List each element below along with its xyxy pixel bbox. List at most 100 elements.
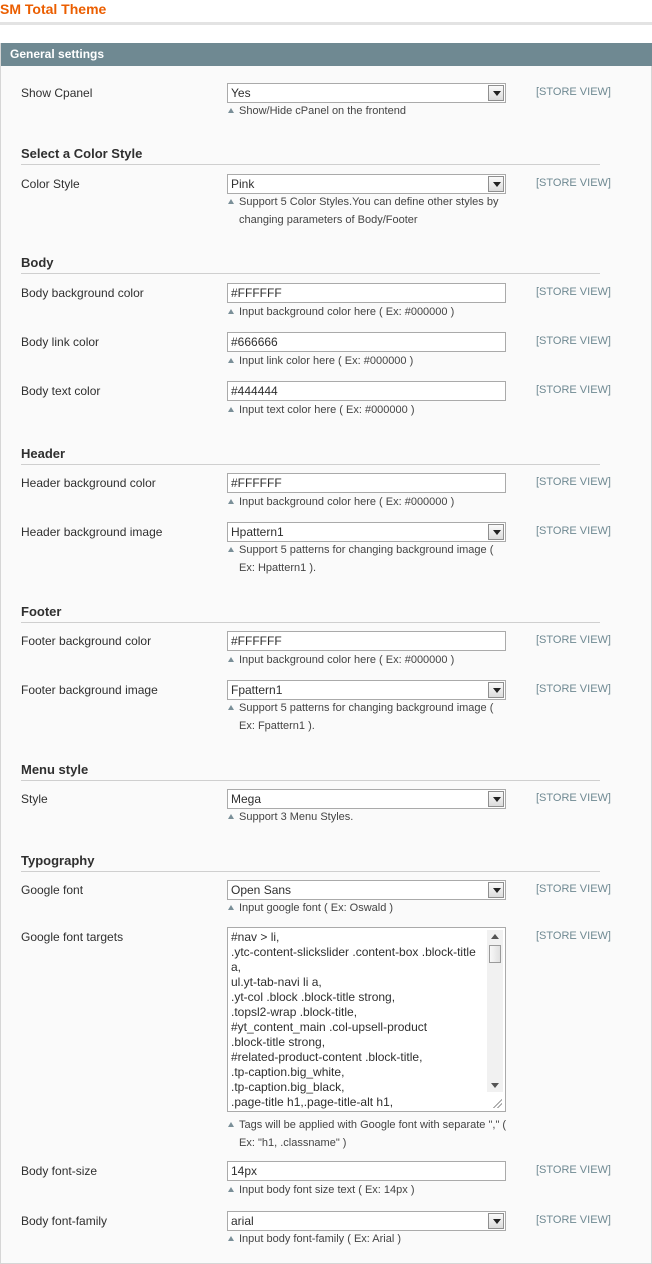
note-arrow-icon xyxy=(228,657,234,662)
note-arrow-icon xyxy=(228,705,234,710)
header-bg-image-value: Hpattern1 xyxy=(231,525,284,539)
body-link-color-label: Body link color xyxy=(21,335,100,349)
scrollbar-thumb[interactable] xyxy=(489,945,501,963)
store-view-scope: [STORE VIEW] xyxy=(536,1164,611,1176)
google-font-value: Open Sans xyxy=(231,883,292,897)
store-view-scope: [STORE VIEW] xyxy=(536,384,611,396)
general-settings-fieldset: General settings Show Cpanel Yes [STORE … xyxy=(0,43,652,1264)
header-bg-color-input[interactable] xyxy=(227,473,506,493)
store-view-scope: [STORE VIEW] xyxy=(536,286,611,298)
color-style-value: Pink xyxy=(231,177,255,191)
body-font-family-select[interactable]: arial xyxy=(227,1211,506,1231)
google-font-targets-textarea[interactable]: #nav > li, .ytc-content-slickslider .con… xyxy=(227,927,506,1112)
note-arrow-icon xyxy=(228,499,234,504)
store-view-scope: [STORE VIEW] xyxy=(536,177,611,189)
fieldset-header[interactable]: General settings xyxy=(1,43,652,66)
body-font-family-value: arial xyxy=(231,1214,254,1228)
page-title: SM Total Theme xyxy=(0,1,107,17)
menu-style-label: Style xyxy=(21,792,48,806)
menu-style-select[interactable]: Mega xyxy=(227,789,506,809)
google-font-select[interactable]: Open Sans xyxy=(227,880,506,900)
textarea-content: #nav > li, .ytc-content-slickslider .con… xyxy=(231,930,476,1109)
note-arrow-icon xyxy=(228,905,234,910)
footer-bg-color-label: Footer background color xyxy=(21,634,152,648)
section-heading-color-style: Select a Color Style xyxy=(21,146,600,165)
note-arrow-icon xyxy=(228,1122,234,1127)
body-font-size-note: Input body font size text ( Ex: 14px ) xyxy=(227,1181,512,1199)
header-bg-image-label: Header background image xyxy=(21,525,163,539)
note-arrow-icon xyxy=(228,199,234,204)
menu-style-value: Mega xyxy=(231,792,262,806)
body-text-color-input[interactable] xyxy=(227,381,506,401)
note-arrow-icon xyxy=(228,407,234,412)
body-bg-color-input[interactable] xyxy=(227,283,506,303)
footer-bg-color-input[interactable] xyxy=(227,631,506,651)
scroll-down-arrow-icon[interactable] xyxy=(487,1080,503,1092)
store-view-scope: [STORE VIEW] xyxy=(536,525,611,537)
body-text-color-note: Input text color here ( Ex: #000000 ) xyxy=(227,401,512,419)
note-arrow-icon xyxy=(228,1187,234,1192)
show-cpanel-select[interactable]: Yes xyxy=(227,83,506,103)
body-font-family-label: Body font-family xyxy=(21,1214,108,1228)
chevron-down-icon[interactable] xyxy=(488,176,504,192)
title-divider xyxy=(0,22,652,25)
store-view-scope: [STORE VIEW] xyxy=(536,86,611,98)
footer-bg-image-value: Fpattern1 xyxy=(231,683,283,697)
google-font-targets-note: Tags will be applied with Google font wi… xyxy=(227,1116,512,1152)
body-font-family-note: Input body font-family ( Ex: Arial ) xyxy=(227,1230,512,1248)
note-arrow-icon xyxy=(228,309,234,314)
chevron-down-icon[interactable] xyxy=(488,85,504,101)
chevron-down-icon[interactable] xyxy=(488,682,504,698)
store-view-scope: [STORE VIEW] xyxy=(536,634,611,646)
body-font-size-label: Body font-size xyxy=(21,1164,98,1178)
section-heading-footer: Footer xyxy=(21,604,600,623)
header-bg-color-label: Header background color xyxy=(21,476,156,490)
footer-bg-image-select[interactable]: Fpattern1 xyxy=(227,680,506,700)
color-style-select[interactable]: Pink xyxy=(227,174,506,194)
scroll-up-arrow-icon[interactable] xyxy=(487,930,503,942)
store-view-scope: [STORE VIEW] xyxy=(536,683,611,695)
store-view-scope: [STORE VIEW] xyxy=(536,930,611,942)
chevron-down-icon[interactable] xyxy=(488,791,504,807)
menu-style-note: Support 3 Menu Styles. xyxy=(227,808,512,826)
body-link-color-input[interactable] xyxy=(227,332,506,352)
body-bg-color-note: Input background color here ( Ex: #00000… xyxy=(227,303,512,321)
store-view-scope: [STORE VIEW] xyxy=(536,792,611,804)
note-arrow-icon xyxy=(228,108,234,113)
color-style-label: Color Style xyxy=(21,177,80,191)
body-bg-color-label: Body background color xyxy=(21,286,144,300)
section-heading-header: Header xyxy=(21,446,600,465)
header-bg-image-note: Support 5 patterns for changing backgrou… xyxy=(227,541,512,577)
google-font-note: Input google font ( Ex: Oswald ) xyxy=(227,899,512,917)
footer-bg-image-note: Support 5 patterns for changing backgrou… xyxy=(227,699,512,735)
show-cpanel-label: Show Cpanel xyxy=(21,86,93,100)
textarea-scrollbar[interactable] xyxy=(487,930,503,1092)
google-font-targets-label: Google font targets xyxy=(21,930,124,944)
store-view-scope: [STORE VIEW] xyxy=(536,476,611,488)
color-style-note: Support 5 Color Styles.You can define ot… xyxy=(227,193,512,229)
store-view-scope: [STORE VIEW] xyxy=(536,335,611,347)
section-heading-menu-style: Menu style xyxy=(21,762,600,781)
show-cpanel-value: Yes xyxy=(231,86,251,100)
chevron-down-icon[interactable] xyxy=(488,882,504,898)
footer-bg-image-label: Footer background image xyxy=(21,683,158,697)
note-arrow-icon xyxy=(228,358,234,363)
body-link-color-note: Input link color here ( Ex: #000000 ) xyxy=(227,352,512,370)
note-arrow-icon xyxy=(228,1236,234,1241)
chevron-down-icon[interactable] xyxy=(488,1213,504,1229)
body-text-color-label: Body text color xyxy=(21,384,101,398)
note-arrow-icon xyxy=(228,814,234,819)
section-heading-body: Body xyxy=(21,255,600,274)
section-heading-typography: Typography xyxy=(21,853,600,872)
chevron-down-icon[interactable] xyxy=(488,524,504,540)
resize-grip-icon[interactable] xyxy=(492,1098,502,1108)
store-view-scope: [STORE VIEW] xyxy=(536,1214,611,1226)
note-arrow-icon xyxy=(228,547,234,552)
body-font-size-input[interactable] xyxy=(227,1161,506,1181)
show-cpanel-note: Show/Hide cPanel on the frontend xyxy=(227,102,512,120)
footer-bg-color-note: Input background color here ( Ex: #00000… xyxy=(227,651,512,669)
store-view-scope: [STORE VIEW] xyxy=(536,883,611,895)
header-bg-color-note: Input background color here ( Ex: #00000… xyxy=(227,493,512,511)
header-bg-image-select[interactable]: Hpattern1 xyxy=(227,522,506,542)
google-font-label: Google font xyxy=(21,883,84,897)
